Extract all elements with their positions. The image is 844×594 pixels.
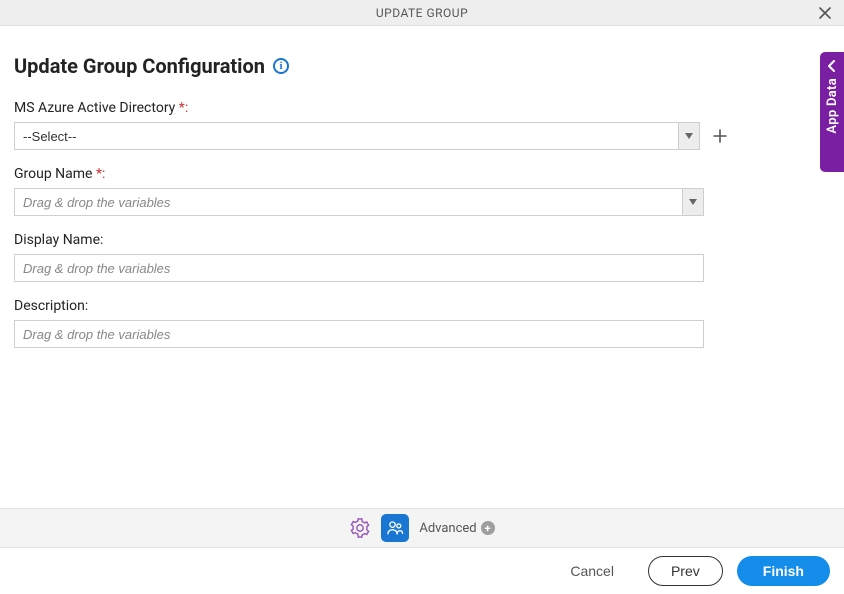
label-display-name: Display Name: — [14, 232, 830, 248]
label-group-name: Group Name *: — [14, 166, 830, 182]
add-azure-ad-button[interactable] — [710, 126, 730, 146]
footer: Cancel Prev Finish — [0, 548, 844, 594]
select-azure-ad[interactable] — [14, 122, 700, 150]
side-tab-label: App Data — [825, 78, 840, 134]
chevron-down-icon — [689, 199, 697, 205]
input-group-name[interactable] — [14, 188, 682, 216]
page-title-row: Update Group Configuration i — [14, 54, 830, 78]
label-azure-ad-text: MS Azure Active Directory — [14, 100, 175, 116]
dropdown-toggle-group-name[interactable] — [682, 188, 704, 216]
plus-icon — [712, 128, 728, 144]
group-button[interactable] — [381, 514, 409, 542]
title-bar: UPDATE GROUP — [0, 0, 844, 26]
plus-circle-icon: + — [481, 521, 495, 535]
required-indicator: *: — [175, 100, 188, 116]
field-description: Description: — [14, 298, 830, 348]
chevron-left-icon — [827, 60, 837, 72]
required-indicator: *: — [92, 166, 105, 182]
settings-button[interactable] — [349, 517, 371, 539]
close-icon — [818, 6, 832, 20]
row-group-name — [14, 188, 830, 216]
page-title: Update Group Configuration — [14, 54, 265, 78]
app-data-side-tab[interactable]: App Data — [820, 52, 844, 172]
field-azure-ad: MS Azure Active Directory *: — [14, 100, 830, 150]
label-group-name-text: Group Name — [14, 166, 92, 182]
label-description: Description: — [14, 298, 830, 314]
info-icon[interactable]: i — [273, 58, 289, 74]
advanced-button[interactable]: Advanced + — [419, 521, 494, 536]
prev-button[interactable]: Prev — [648, 556, 723, 586]
bottom-toolbar: Advanced + — [0, 508, 844, 548]
dropdown-toggle-azure-ad[interactable] — [678, 122, 700, 150]
window-title: UPDATE GROUP — [376, 6, 468, 20]
finish-button[interactable]: Finish — [737, 556, 830, 586]
select-azure-ad-input[interactable] — [14, 122, 678, 150]
input-description[interactable] — [14, 320, 704, 348]
advanced-label-text: Advanced — [419, 521, 476, 536]
content-area: Update Group Configuration i MS Azure Ac… — [0, 26, 844, 348]
select-group-name[interactable] — [14, 188, 704, 216]
group-icon — [385, 518, 405, 538]
chevron-down-icon — [685, 133, 693, 139]
cancel-button[interactable]: Cancel — [550, 556, 634, 586]
field-display-name: Display Name: — [14, 232, 830, 282]
input-display-name[interactable] — [14, 254, 704, 282]
label-azure-ad: MS Azure Active Directory *: — [14, 100, 830, 116]
close-button[interactable] — [816, 4, 834, 22]
field-group-name: Group Name *: — [14, 166, 830, 216]
gear-icon — [349, 517, 371, 539]
row-azure-ad — [14, 122, 734, 150]
